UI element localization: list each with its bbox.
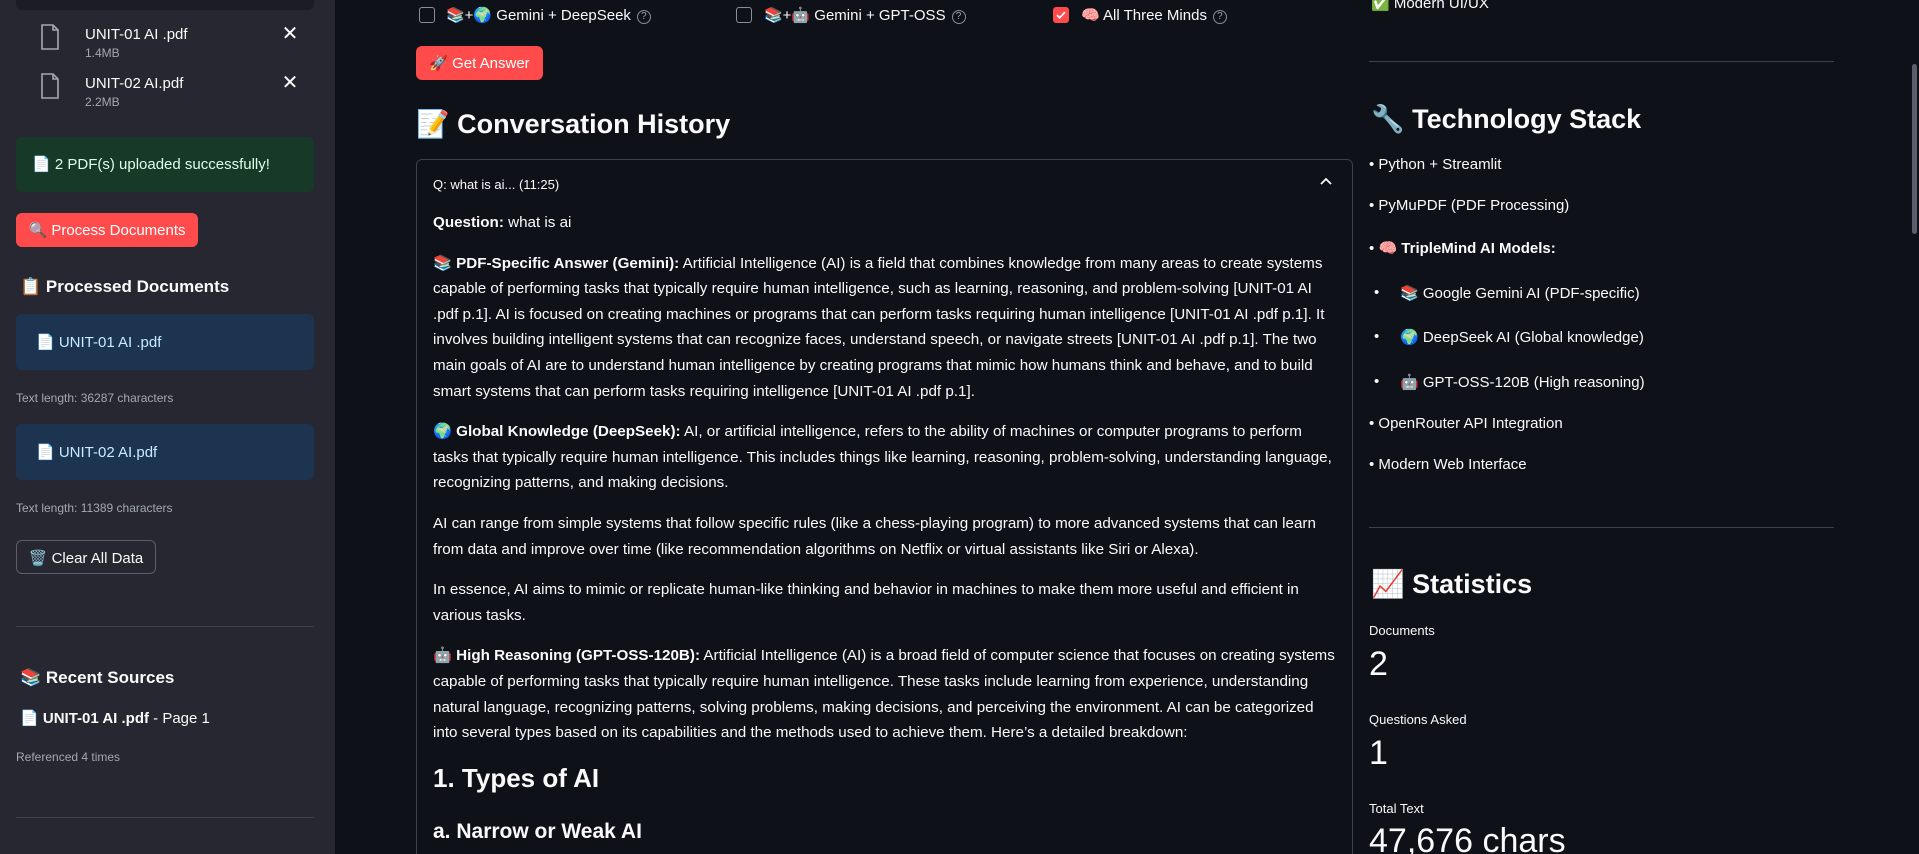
question-line: Question: what is ai (433, 210, 1337, 236)
bullet: • (1369, 240, 1375, 257)
model-item: • 📚 Google Gemini AI (PDF-specific) (1374, 284, 1640, 302)
tech-item-models: • 🧠 TripleMind AI Models: (1369, 239, 1556, 257)
divider (1369, 61, 1834, 62)
model-item: • 🌍 DeepSeek AI (Global knowledge) (1374, 328, 1644, 346)
text-length-label: Text length: 36287 characters (16, 391, 174, 405)
answer-heading-types: 1. Types of AI (433, 762, 600, 793)
process-documents-button[interactable]: 🔍 Process Documents (16, 213, 198, 247)
global-answer-para: In essence, AI aims to mimic or replicat… (433, 581, 1299, 624)
file-icon (41, 73, 59, 99)
help-icon[interactable]: ? (951, 10, 966, 24)
file-emoji-icon: 📄 (20, 710, 43, 727)
upload-success-alert: 📄 2 PDF(s) uploaded successfully! (16, 137, 314, 192)
pdf-answer-text: Artificial Intelligence (AI) is a field … (433, 254, 1325, 400)
recent-source-name: UNIT-01 AI .pdf (42, 710, 149, 727)
bullet: • (1374, 373, 1380, 390)
chevron-up-icon[interactable] (1318, 174, 1334, 190)
file-icon (41, 24, 59, 50)
divider (1369, 527, 1834, 528)
conversation-expander: Q: what is ai... (11:25) Question: what … (416, 159, 1353, 854)
model-name: 📚 Google Gemini AI (PDF-specific) (1400, 285, 1640, 302)
metric-label-questions: Questions Asked (1369, 712, 1467, 727)
reasoning-answer: 🤖 High Reasoning (GPT-OSS-120B): Artific… (433, 643, 1337, 745)
metric-label-total-text: Total Text (1369, 801, 1424, 816)
remove-file-icon[interactable]: ✕ (278, 71, 302, 95)
pdf-answer: 📚 PDF-Specific Answer (Gemini): Artifici… (433, 251, 1337, 405)
global-answer: 🌍 Global Knowledge (DeepSeek): AI, or ar… (433, 419, 1337, 496)
model-name: 🤖 GPT-OSS-120B (High reasoning) (1400, 374, 1645, 391)
get-answer-button[interactable]: 🚀 Get Answer (416, 46, 543, 80)
answer-subheading-narrow: a. Narrow or Weak AI (433, 820, 642, 844)
recent-sources-heading: 📚 Recent Sources (20, 668, 175, 687)
metric-value-documents: 2 (1369, 645, 1388, 683)
recent-source-item: 📄 UNIT-01 AI .pdf - Page 1 (20, 709, 210, 727)
expander-label[interactable]: Q: what is ai... (11:25) (433, 177, 559, 192)
text-length-label: Text length: 11389 characters (16, 501, 173, 515)
option-all-three-minds[interactable]: 🧠 All Three Minds? (1053, 6, 1253, 26)
global-answer-para: AI can range from simple systems that fo… (433, 514, 1316, 558)
bullet: • (1374, 328, 1380, 345)
metric-value-total-text: 47,676 chars (1369, 822, 1566, 854)
technology-stack-heading: 🔧 Technology Stack (1371, 104, 1642, 134)
file-size: 2.2MB (85, 95, 120, 109)
option-label: 📚+🤖 Gemini + GPT-OSS (764, 7, 946, 24)
question-text: what is ai (503, 214, 572, 231)
question-label: Question: (433, 214, 504, 231)
option-gemini-gptoss[interactable]: 📚+🤖 Gemini + GPT-OSS? (736, 6, 966, 26)
bullet: • (1374, 284, 1380, 301)
checkbox[interactable] (736, 7, 752, 23)
divider (16, 626, 314, 627)
feature-item: ✅ Modern UI/UX (1371, 0, 1489, 12)
page-scrollbar[interactable] (1910, 0, 1919, 854)
answer-content: Question: what is ai 📚 PDF-Specific Answ… (433, 210, 1337, 845)
uploaded-file-row: UNIT-02 AI.pdf 2.2MB ✕ (16, 71, 314, 115)
metric-value-questions: 1 (1369, 734, 1388, 772)
pdf-answer-label: 📚 PDF-Specific Answer (Gemini): (433, 254, 680, 272)
recent-source-page: - Page 1 (148, 710, 210, 727)
recent-source-meta: Referenced 4 times (16, 750, 121, 764)
processed-document-card: 📄 UNIT-02 AI.pdf (16, 424, 314, 480)
remove-file-icon[interactable]: ✕ (278, 22, 302, 46)
option-label: 📚+🌍 Gemini + DeepSeek (446, 7, 631, 24)
tech-item: • PyMuPDF (PDF Processing) (1369, 197, 1570, 214)
checkmark-icon (1056, 11, 1066, 20)
file-name: UNIT-01 AI .pdf (85, 26, 188, 43)
processed-documents-heading: 📋 Processed Documents (20, 277, 230, 296)
processed-document-card: 📄 UNIT-01 AI .pdf (16, 314, 314, 370)
option-gemini-deepseek[interactable]: 📚+🌍 Gemini + DeepSeek? (418, 6, 658, 26)
metric-label-documents: Documents (1369, 623, 1435, 638)
models-label: 🧠 TripleMind AI Models: (1378, 240, 1556, 257)
tech-item: • Python + Streamlit (1369, 156, 1502, 173)
checkbox[interactable] (419, 7, 435, 23)
tech-item: • OpenRouter API Integration (1369, 415, 1563, 432)
divider (16, 817, 314, 818)
conversation-history-heading: 📝 Conversation History (416, 109, 731, 139)
model-item: • 🤖 GPT-OSS-120B (High reasoning) (1374, 373, 1645, 391)
statistics-heading: 📈 Statistics (1371, 569, 1533, 599)
clear-all-data-button[interactable]: 🗑️ Clear All Data (16, 540, 156, 574)
model-name: 🌍 DeepSeek AI (Global knowledge) (1400, 329, 1644, 346)
reasoning-answer-label: 🤖 High Reasoning (GPT-OSS-120B): (433, 647, 700, 665)
option-label: 🧠 All Three Minds (1081, 7, 1207, 24)
help-icon[interactable]: ? (636, 10, 651, 24)
checkbox-checked[interactable] (1053, 7, 1069, 23)
file-size: 1.4MB (85, 46, 120, 60)
tech-item: • Modern Web Interface (1369, 456, 1527, 473)
help-icon[interactable]: ? (1212, 10, 1227, 24)
uploader-dropzone-edge (16, 0, 314, 10)
scroll-thumb[interactable] (1912, 64, 1917, 234)
file-name: UNIT-02 AI.pdf (85, 75, 184, 92)
uploaded-file-row: UNIT-01 AI .pdf 1.4MB ✕ (16, 22, 314, 66)
sidebar: UNIT-01 AI .pdf 1.4MB ✕ UNIT-02 AI.pdf 2… (0, 0, 335, 854)
global-answer-label: 🌍 Global Knowledge (DeepSeek): (433, 423, 681, 441)
